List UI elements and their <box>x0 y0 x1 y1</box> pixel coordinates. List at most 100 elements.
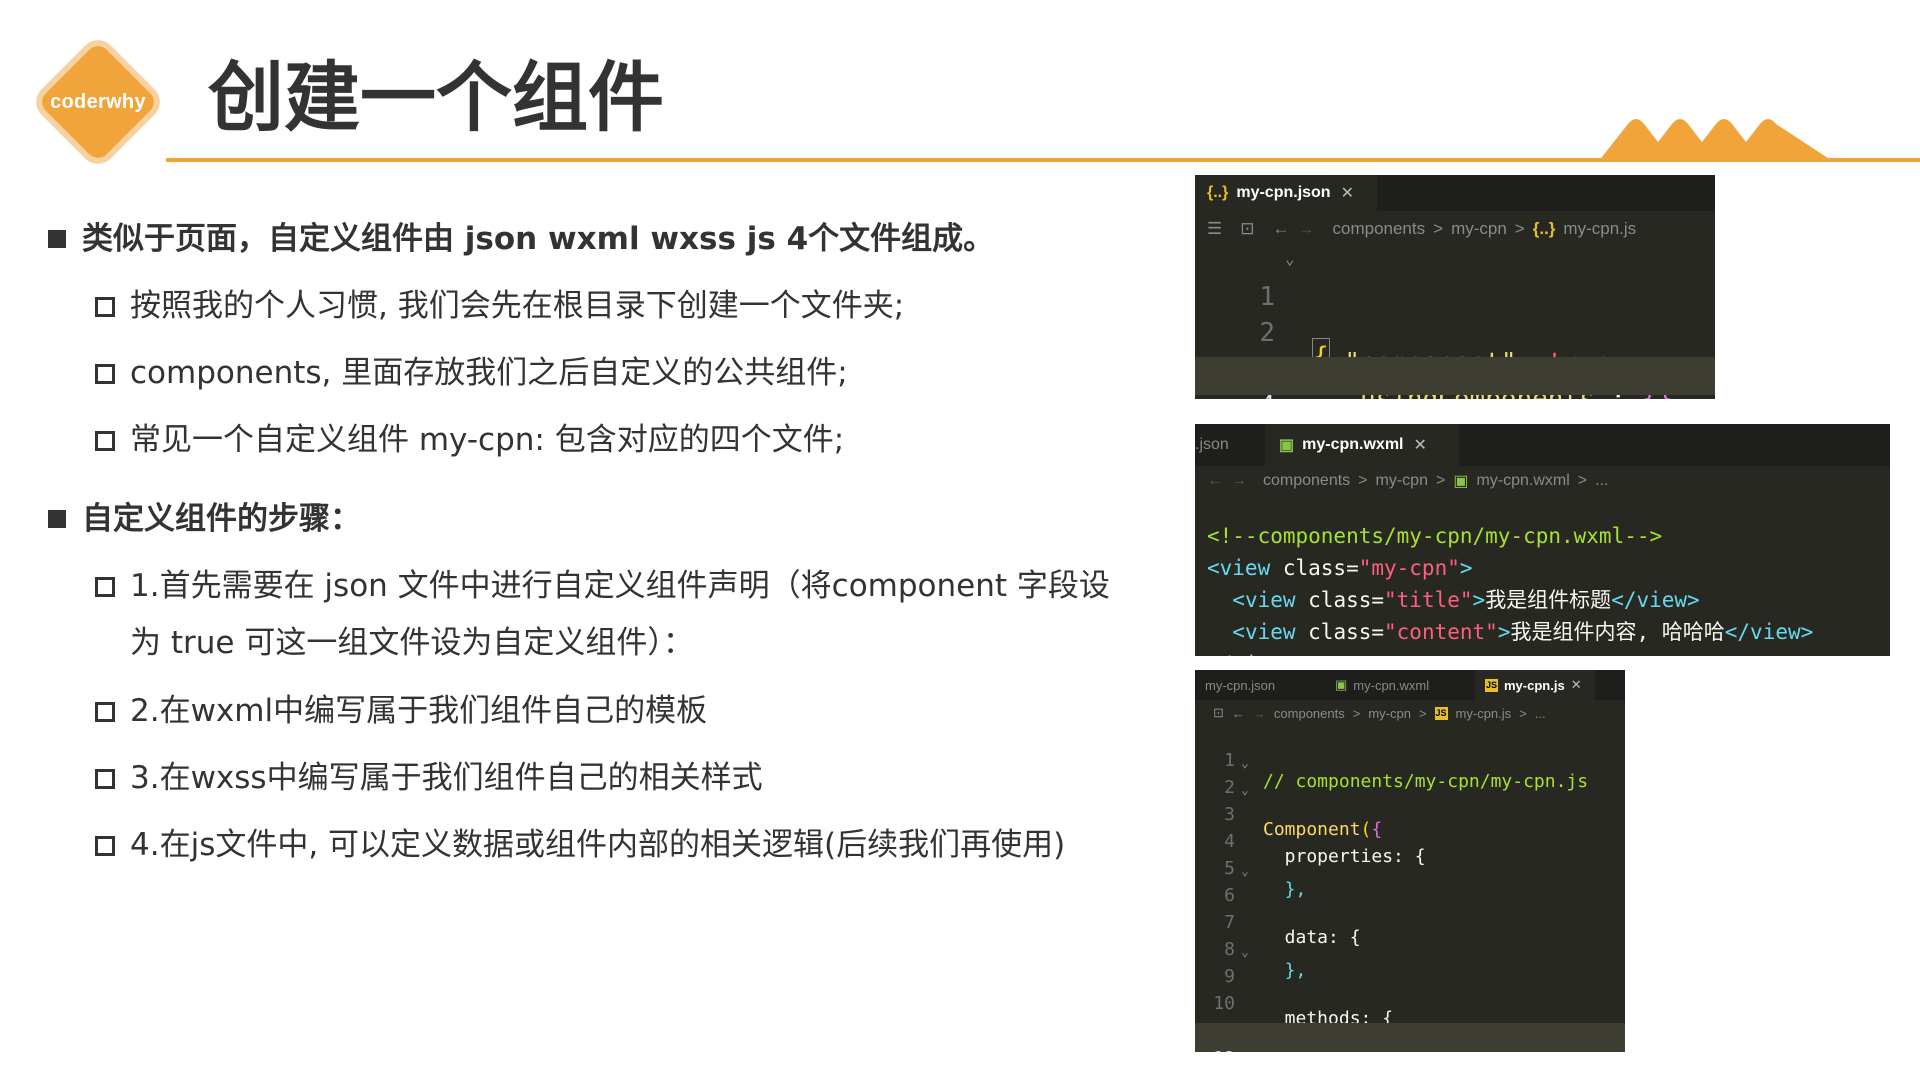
tab-label: my-cpn.wxml <box>1302 436 1404 453</box>
wxml-file-icon: ▣ <box>1335 677 1348 692</box>
tab-label: my-cpn.json <box>1205 677 1276 693</box>
forward-arrow-icon[interactable]: → <box>1253 706 1266 721</box>
tab-my-cpn-wxml[interactable]: ▣ my-cpn.wxml <box>1325 670 1475 700</box>
tab-my-cpn-js[interactable]: JS my-cpn.js ✕ <box>1475 670 1595 700</box>
code-line: <view class="my-cpn"> <box>1195 528 1890 580</box>
open-square-icon <box>95 836 115 856</box>
tab-json-partial[interactable]: .json <box>1195 424 1265 466</box>
code-line: <view class="title">我是组件标题</view> <box>1195 560 1890 612</box>
line-number: 12 <box>1195 1044 1235 1052</box>
code-line: 1 ⌄ { <box>1195 249 1715 376</box>
breadcrumb: ← → components > my-cpn > ▣ my-cpn.wxml … <box>1195 466 1890 496</box>
open-square-icon <box>95 364 115 384</box>
fold-chevron-icon[interactable]: ⌄ <box>1241 780 1249 802</box>
code-line: 6 ⌄ data: { <box>1195 861 1625 948</box>
js-editor-panel: my-cpn.json ▣ my-cpn.wxml JS my-cpn.js ✕… <box>1195 670 1625 1052</box>
crumb-item[interactable]: components <box>1333 219 1426 239</box>
wxml-editor-panel: .json ▣ my-cpn.wxml ✕ ← → components > m… <box>1195 424 1890 656</box>
crumb-separator: > <box>1433 219 1444 238</box>
crumb-separator: > <box>1352 705 1361 721</box>
bullet-text: 类似于页面，自定义组件由 json wxml wxss js 4个文件组成。 <box>82 221 995 257</box>
filled-square-icon <box>48 510 66 528</box>
code-line: 9 ⌄ methods: { <box>1195 942 1625 1029</box>
tab-my-cpn-json[interactable]: my-cpn.json <box>1195 670 1325 700</box>
list-icon[interactable]: ☰ <box>1207 219 1222 239</box>
bullet-text: 为 true 可这一组文件设为自定义组件）： <box>130 625 694 661</box>
json-file-icon: {..} <box>1532 219 1556 238</box>
tab-my-cpn-wxml[interactable]: ▣ my-cpn.wxml ✕ <box>1265 424 1459 466</box>
code-line: 5 }, <box>1195 834 1625 900</box>
forward-arrow-icon[interactable]: → <box>1231 472 1247 490</box>
editor-tabbar: my-cpn.json ▣ my-cpn.wxml JS my-cpn.js ✕ <box>1195 670 1625 700</box>
bullet-text: 3.在wxss中编写属于我们组件自己的相关样式 <box>130 760 763 796</box>
wxml-file-icon: ▣ <box>1453 473 1469 490</box>
forward-arrow-icon[interactable]: → <box>1298 219 1315 239</box>
breadcrumb: ☰ ⊡ ← → components > my-cpn > {..} my-cp… <box>1195 211 1715 247</box>
bullet-text: components, 里面存放我们之后自定义的公共组件; <box>130 355 848 391</box>
bullet-text: 1.首先需要在 json 文件中进行自定义组件声明（将component 字段设 <box>130 568 1110 604</box>
crumb-separator: > <box>1514 219 1525 238</box>
code-line: 11 } <box>1195 996 1625 1052</box>
fold-chevron-icon[interactable]: ⌄ <box>1241 861 1249 883</box>
crumb-item[interactable]: my-cpn <box>1376 472 1428 490</box>
back-arrow-icon[interactable]: ← <box>1207 472 1223 490</box>
code-line: </view> <box>1195 624 1890 656</box>
code-line: 10 <box>1195 969 1625 1014</box>
tab-label: .json <box>1195 436 1229 453</box>
bullet-text: 按照我的个人习惯, 我们会先在根目录下创建一个文件夹; <box>130 288 905 324</box>
code-line: 1 // components/my-cpn/my-cpn.js <box>1195 726 1625 792</box>
breadcrumb: ⊡ ← → components > my-cpn > JS my-cpn.js… <box>1195 700 1625 726</box>
back-arrow-icon[interactable]: ← <box>1232 706 1245 721</box>
crumb-item[interactable]: components <box>1274 706 1345 721</box>
tab-label: my-cpn.js <box>1504 677 1565 693</box>
back-arrow-icon[interactable]: ← <box>1273 219 1290 239</box>
crumb-separator: > <box>1358 472 1368 489</box>
fold-chevron-icon[interactable]: ⌄ <box>1241 753 1249 775</box>
code-line: 3 "usingComponents": {} <box>1195 321 1715 399</box>
crumb-separator: > <box>1519 705 1527 721</box>
close-icon[interactable]: ✕ <box>1571 677 1582 693</box>
tab-label: my-cpn.wxml <box>1353 677 1430 693</box>
crumb-separator: > <box>1577 472 1588 489</box>
json-editor-panel: {..} my-cpn.json ✕ ☰ ⊡ ← → components > … <box>1195 175 1715 399</box>
crumb-item[interactable]: ... <box>1535 706 1546 721</box>
wxml-file-icon: ▣ <box>1279 437 1295 454</box>
json-file-icon: {..} <box>1207 184 1229 201</box>
crumb-separator: > <box>1435 472 1446 489</box>
crumb-item[interactable]: my-cpn <box>1451 219 1507 239</box>
crumb-item[interactable]: ... <box>1595 472 1608 490</box>
close-icon[interactable]: ✕ <box>1413 435 1426 455</box>
fold-chevron-icon[interactable]: ⌄ <box>1241 942 1249 964</box>
code-line: 2 "component": true, <box>1195 285 1715 378</box>
code-line: 8 }, <box>1195 915 1625 981</box>
line-number: 4 <box>1195 387 1275 399</box>
fold-chevron-icon[interactable]: ⌄ <box>1285 249 1295 268</box>
open-square-icon <box>95 769 115 789</box>
crumb-item[interactable]: my-cpn.js <box>1456 706 1512 721</box>
open-square-icon <box>95 577 115 597</box>
bookmark-icon[interactable]: ⊡ <box>1213 705 1224 721</box>
bullet-text: 自定义组件的步骤： <box>82 501 361 537</box>
bullet-text: 常见一个自定义组件 my-cpn: 包含对应的四个文件; <box>130 422 845 458</box>
crumb-item[interactable]: my-cpn.js <box>1563 219 1636 239</box>
tab-my-cpn-json[interactable]: {..} my-cpn.json ✕ <box>1195 175 1377 211</box>
code-line: 2 ⌄ Component({ <box>1195 753 1625 840</box>
code-line: 4 <box>1195 807 1625 852</box>
js-file-icon: JS <box>1485 678 1498 692</box>
js-file-icon: JS <box>1434 706 1448 720</box>
mountains-decoration-icon <box>1598 119 1834 162</box>
crumb-item[interactable]: my-cpn.wxml <box>1476 472 1569 490</box>
code-text: </view> <box>1207 648 1296 656</box>
bookmark-icon[interactable]: ⊡ <box>1240 219 1254 239</box>
close-icon[interactable]: ✕ <box>1341 183 1354 203</box>
code-line: 3 ⌄ properties: { <box>1195 780 1625 867</box>
tab-label: my-cpn.json <box>1236 184 1331 201</box>
code-line-current: 12 }) <box>1195 1023 1625 1052</box>
crumb-separator: > <box>1418 705 1427 721</box>
code-line-current: 4 } <box>1195 357 1715 399</box>
crumb-item[interactable]: my-cpn <box>1368 706 1411 721</box>
crumb-item[interactable]: components <box>1263 472 1350 490</box>
bullet-text: 2.在wxml中编写属于我们组件自己的模板 <box>130 693 708 729</box>
filled-square-icon <box>48 230 66 248</box>
editor-tabbar: {..} my-cpn.json ✕ <box>1195 175 1715 211</box>
